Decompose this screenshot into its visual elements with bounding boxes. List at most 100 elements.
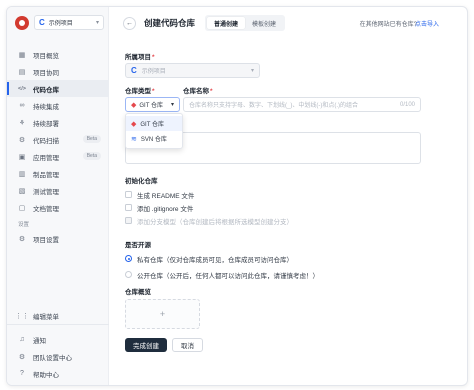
radio[interactable] (125, 255, 132, 262)
cancel-button[interactable]: 取消 (172, 338, 203, 352)
checkbox-label: 添加 .gitignore 文件 (137, 205, 194, 213)
tab-template-create[interactable]: 模板创建 (245, 17, 283, 29)
scan-icon: ⚙ (18, 136, 26, 144)
sidebar-item-doc[interactable]: ▢ 文档管理 (7, 199, 109, 216)
init-readme-checkbox[interactable]: 生成 README 文件 (125, 188, 425, 201)
import-link[interactable]: 点击导入 (415, 19, 439, 28)
repo-type-dropdown: ◆ GIT 仓库 ≋ SVN 仓库 (125, 113, 183, 149)
gear-icon: ⚙ (18, 235, 26, 243)
sidebar-item-test[interactable]: ▧ 测试管理 (7, 182, 109, 199)
team-settings-label: 团队设置中心 (33, 354, 72, 362)
sidebar-item-label: 测试管理 (33, 188, 59, 196)
notify-label: 通知 (33, 337, 46, 345)
checkbox-label: 添加分支模型（仓库创建后将根据所选模型创建分支） (137, 218, 293, 226)
chevron-down-icon: ▾ (170, 102, 174, 108)
main-content: ← 创建代码仓库 普通创建 模板创建 在其他网站已有仓库? 点击导入 所属项目*… (109, 7, 467, 385)
radio-label: 私有仓库（仅对仓库成员可见，仓库成员可访问仓库） (137, 256, 293, 264)
checkbox[interactable] (125, 204, 132, 211)
page-title: 创建代码仓库 (144, 18, 196, 28)
test-icon: ▧ (18, 187, 26, 195)
radio-label: 公开仓库（公开后，任何人都可以访问此仓库，请谨慎考虑！） (137, 272, 319, 280)
deploy-icon: ⚘ (18, 119, 26, 127)
edit-menu-button[interactable]: ⋮⋮ 编辑菜单 (7, 307, 109, 324)
dropdown-option-svn[interactable]: ≋ SVN 仓库 (126, 131, 182, 146)
checkbox (125, 217, 132, 224)
project-c-icon: C (131, 66, 137, 75)
repo-type-value: GIT 仓库 (139, 103, 163, 109)
public-repo-radio[interactable]: 公开仓库（公开后，任何人都可以访问此仓库，请谨慎考虑！） (125, 268, 425, 281)
submit-button[interactable]: 完成创建 (125, 338, 167, 352)
help-button[interactable]: ? 帮助中心 (7, 365, 109, 382)
doc-icon: ▢ (18, 204, 26, 212)
chevron-down-icon: ▾ (250, 68, 254, 74)
sidebar-bottom: ⋮⋮ 编辑菜单 ♫ 通知 ⚙ 团队设置中心 ? 帮助中心 (7, 307, 109, 385)
sidebar-item-label: 代码扫描 (33, 137, 59, 145)
help-icon: ? (20, 370, 24, 377)
sidebar-item-collab[interactable]: ▤ 项目协同 (7, 63, 109, 80)
radio[interactable] (125, 271, 132, 278)
ci-icon: ∞ (19, 102, 25, 109)
repo-name-label: 仓库名称* (183, 88, 213, 95)
import-hint: 在其他网站已有仓库? (359, 22, 417, 28)
overview-icon: ▦ (18, 51, 26, 59)
app-window: C 示例项目 ▾ ▦ 项目概览 ▤ 项目协同 </> 代码仓库 ∞ 持续集成 ⚘ (6, 6, 468, 386)
page-header: ← 创建代码仓库 普通创建 模板创建 在其他网站已有仓库? 点击导入 (109, 7, 467, 39)
beta-badge: Beta (82, 135, 101, 143)
project-c-icon: C (39, 18, 45, 27)
sidebar-item-overview[interactable]: ▦ 项目概览 (7, 46, 109, 63)
cover-upload[interactable]: + (125, 299, 200, 329)
sidebar-item-ci[interactable]: ∞ 持续集成 (7, 97, 109, 114)
project-select: C 示例项目 ▾ (125, 63, 260, 78)
git-icon: ◆ (131, 120, 137, 128)
sidebar-item-deploy[interactable]: ⚘ 持续部署 (7, 114, 109, 131)
cover-label: 仓库概览 (125, 289, 151, 296)
bell-icon: ♫ (19, 336, 25, 343)
app-icon: ▣ (18, 153, 26, 161)
sidebar-item-label: 代码仓库 (33, 86, 59, 94)
sidebar-item-app[interactable]: ▣ 应用管理 Beta (7, 148, 109, 165)
sidebar: C 示例项目 ▾ ▦ 项目概览 ▤ 项目协同 </> 代码仓库 ∞ 持续集成 ⚘ (7, 7, 109, 385)
project-switcher[interactable]: C 示例项目 ▾ (34, 15, 104, 30)
create-mode-tabs: 普通创建 模板创建 (205, 15, 286, 31)
sidebar-item-project-settings[interactable]: ⚙ 项目设置 (7, 230, 109, 247)
tab-normal-create[interactable]: 普通创建 (207, 17, 246, 29)
plus-icon: + (159, 309, 166, 319)
arrow-left-icon: ← (126, 19, 133, 27)
project-name: 示例项目 (48, 21, 73, 27)
option-label: SVN 仓库 (140, 137, 167, 143)
private-repo-radio[interactable]: 私有仓库（仅对仓库成员可见，仓库成员可访问仓库） (125, 252, 425, 265)
back-button[interactable]: ← (123, 16, 136, 30)
sidebar-item-scan[interactable]: ⚙ 代码扫描 Beta (7, 131, 109, 148)
repo-type-label: 仓库类型* (125, 88, 155, 95)
chevron-down-icon: ▾ (95, 20, 99, 26)
sidebar-item-artifact[interactable]: ▥ 制品管理 (7, 165, 109, 182)
team-settings-button[interactable]: ⚙ 团队设置中心 (7, 348, 109, 365)
sidebar-item-label: 项目概览 (33, 52, 59, 60)
sidebar-nav: ▦ 项目概览 ▤ 项目协同 </> 代码仓库 ∞ 持续集成 ⚘ 持续部署 ⚙ 代… (7, 46, 109, 247)
settings-section-label: 设置 (18, 222, 30, 228)
project-label: 所属项目* (125, 54, 155, 61)
option-label: GIT 仓库 (140, 122, 164, 128)
sidebar-item-label: 项目设置 (33, 236, 59, 244)
repo-type-select[interactable]: ◆ GIT 仓库 ▾ (125, 97, 180, 112)
svn-icon: ≋ (131, 135, 137, 143)
checkbox[interactable] (125, 191, 132, 198)
sidebar-item-code[interactable]: </> 代码仓库 (7, 80, 109, 97)
checkbox-label: 生成 README 文件 (137, 192, 195, 200)
project-select-value: 示例项目 (141, 69, 166, 75)
grid-icon: ⋮⋮ (15, 312, 29, 320)
init-gitignore-checkbox[interactable]: 添加 .gitignore 文件 (125, 201, 425, 214)
sidebar-item-label: 项目协同 (33, 69, 59, 77)
git-icon: ◆ (131, 101, 137, 109)
notify-button[interactable]: ♫ 通知 (7, 331, 109, 348)
repo-name-placeholder: 仓库名称只支持字母、数字、下划线(_)、中划线(-)和点(.)的组合 (189, 103, 358, 109)
team-logo[interactable] (15, 16, 29, 30)
edit-menu-label: 编辑菜单 (33, 313, 59, 321)
dropdown-option-git[interactable]: ◆ GIT 仓库 (126, 116, 182, 131)
artifact-icon: ▥ (18, 170, 26, 178)
beta-badge: Beta (82, 152, 101, 160)
repo-name-count: 0/100 (399, 101, 415, 108)
sidebar-item-label: 持续集成 (33, 103, 59, 111)
divider (7, 324, 109, 325)
repo-name-input[interactable]: 仓库名称只支持字母、数字、下划线(_)、中划线(-)和点(.)的组合 0/100 (183, 97, 421, 112)
